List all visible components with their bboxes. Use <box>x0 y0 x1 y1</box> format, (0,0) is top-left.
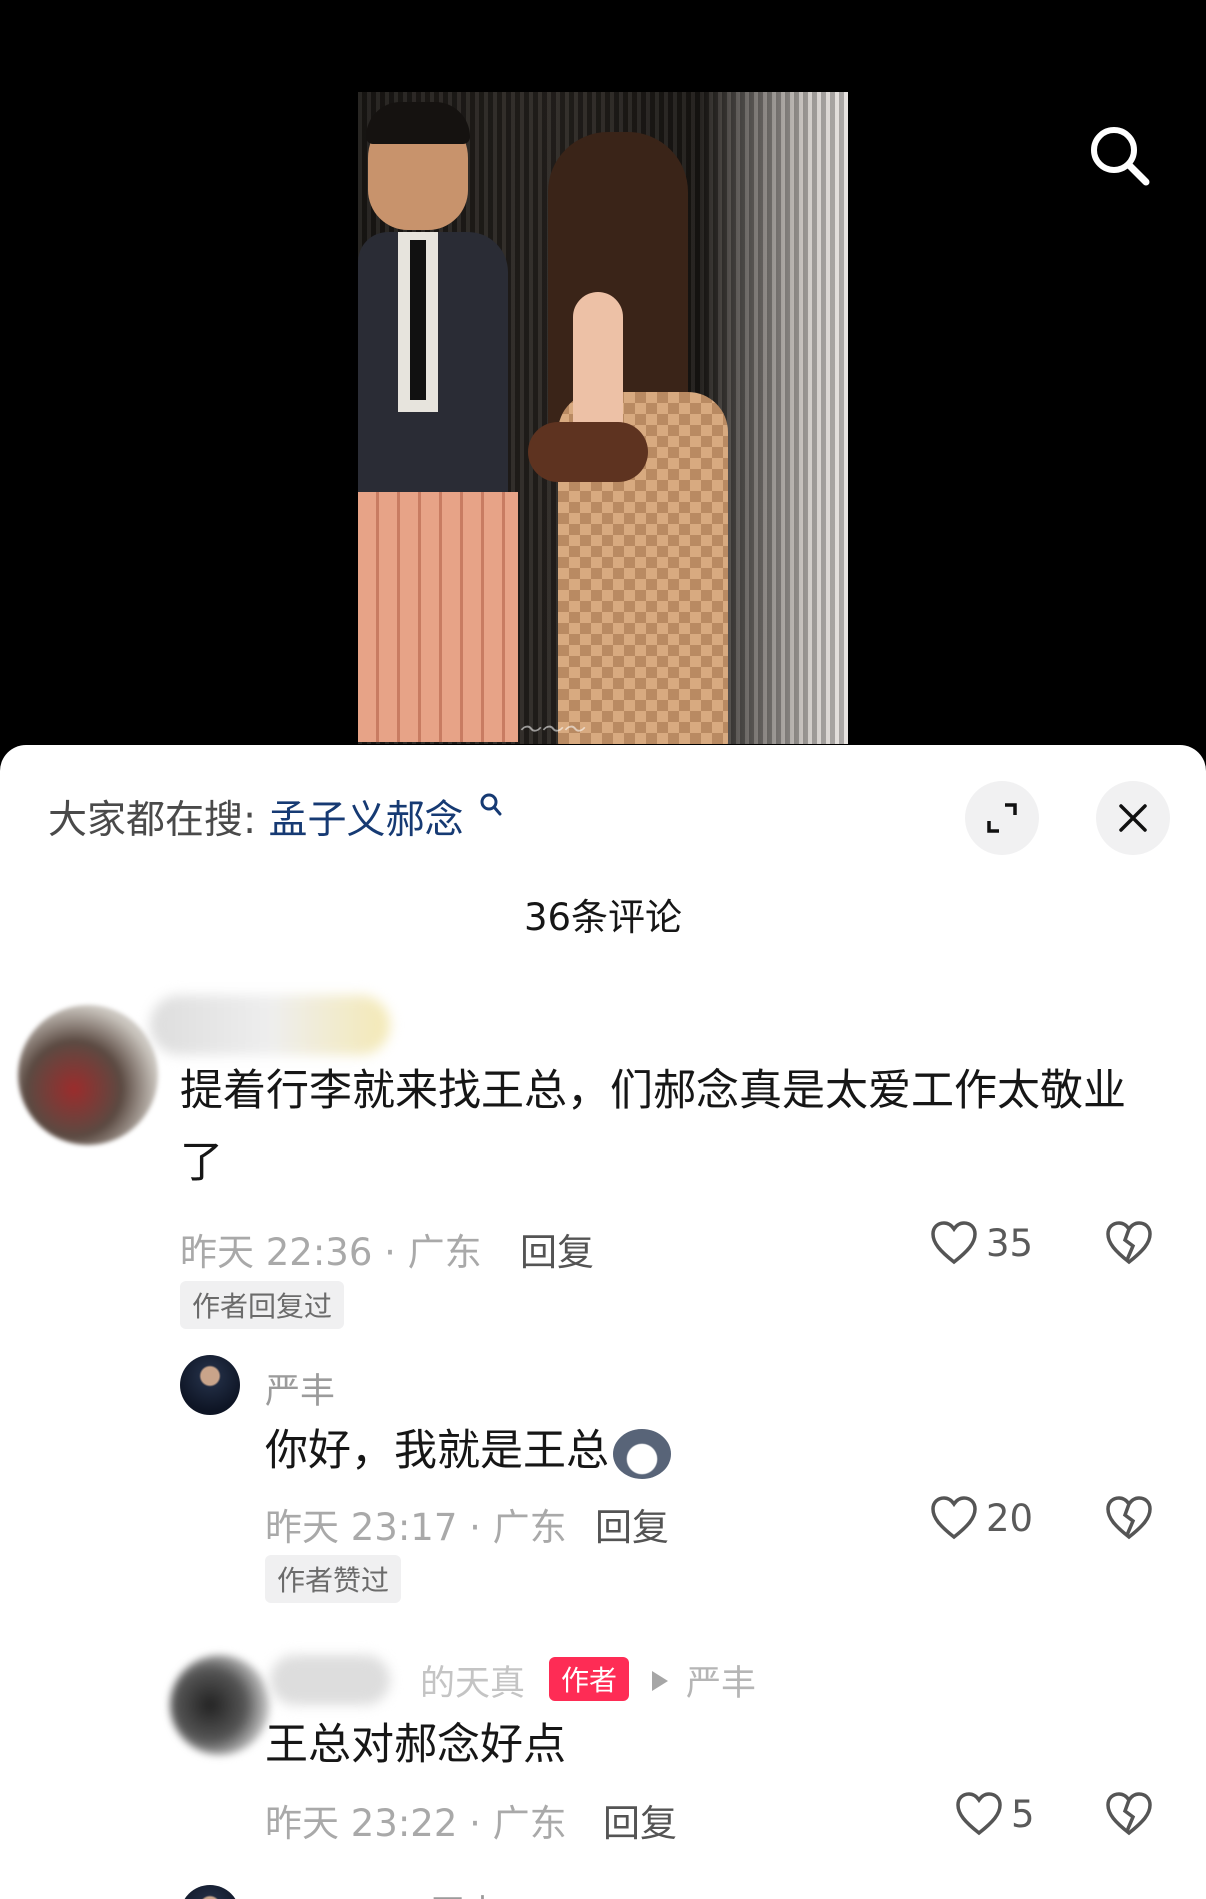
avatar[interactable] <box>180 1355 240 1415</box>
username-blurred <box>270 1655 390 1705</box>
reply-button[interactable]: 回复 <box>603 1793 677 1847</box>
like-button[interactable]: 35 <box>930 1220 1033 1266</box>
comment-meta: 昨天 23:17 · 广东 <box>265 1506 567 1549</box>
like-button[interactable]: 5 <box>955 1791 1035 1837</box>
like-button[interactable]: 20 <box>930 1495 1033 1541</box>
heart-icon <box>956 1792 1002 1836</box>
broken-heart-icon <box>1106 1221 1152 1265</box>
emoji-icon <box>613 1428 671 1479</box>
comment-text: 提着行李就来找王总，们郝念真是太爱工作太敬业 了 <box>180 1055 1170 1199</box>
comment-text-line: 提着行李就来找王总，们郝念真是太爱工作太敬业 <box>180 1066 1126 1116</box>
comment-meta: 昨天 23:22 · 广东 <box>265 1802 567 1845</box>
heart-icon <box>931 1496 977 1540</box>
comment-count: 36条评论 <box>523 896 683 939</box>
video-watermark: ～～～ <box>518 718 585 743</box>
dislike-button[interactable] <box>1105 1220 1153 1270</box>
video-figure-table <box>358 492 518 742</box>
trending-search[interactable]: 大家都在搜: 孟子义郝念 <box>48 789 502 845</box>
trending-keyword[interactable]: 孟子义郝念 <box>269 798 464 843</box>
broken-heart-icon <box>1106 1792 1152 1836</box>
author-replied-tag: 作者回复过 <box>180 1281 345 1329</box>
video-frame[interactable]: ～～～ <box>358 92 848 744</box>
expand-button[interactable] <box>965 781 1039 855</box>
like-count: 35 <box>986 1221 1034 1265</box>
close-icon <box>1119 804 1147 832</box>
comment-meta: 昨天 22:36 · 广东 <box>180 1231 482 1274</box>
reply-to-username[interactable]: 严丰 <box>686 1655 756 1706</box>
comment-item: 提着行李就来找王总，们郝念真是太爱工作太敬业 了 昨天 22:36 · 广东 回… <box>0 975 1206 1405</box>
comment-text-line: 你好，我就是王总 <box>265 1426 609 1476</box>
comment-text: 王总对郝念好点 <box>265 1720 566 1770</box>
close-button[interactable] <box>1096 781 1170 855</box>
video-figure-tie <box>410 240 426 400</box>
reply-button[interactable]: 回复 <box>595 1497 669 1551</box>
comment-text-line: 了 <box>180 1138 223 1188</box>
username[interactable]: 的天真 <box>420 1655 525 1706</box>
comment-text: 你好，我就是王总 <box>265 1415 671 1487</box>
expand-icon <box>987 803 1017 833</box>
like-count: 5 <box>1011 1792 1035 1836</box>
username-blurred[interactable] <box>150 995 390 1055</box>
trending-prefix: 大家都在搜: <box>48 798 257 843</box>
heart-icon <box>931 1221 977 1265</box>
broken-heart-icon <box>1106 1496 1152 1540</box>
reply-item: 的天真 作者 严丰 王总对郝念好点 昨天 23:22 · 广东 回复 5 <box>0 1625 1206 1885</box>
reply-button[interactable]: 回复 <box>520 1222 594 1276</box>
search-small-icon <box>480 793 502 816</box>
video-figure-bag <box>528 422 648 482</box>
reply-item: 严丰 你好，我就是王总 昨天 23:17 · 广东 回复 20 作者赞过 <box>0 1355 1206 1645</box>
username[interactable]: 严丰 <box>430 1885 500 1899</box>
author-liked-tag: 作者赞过 <box>265 1555 402 1603</box>
reply-arrow-icon <box>652 1671 668 1691</box>
avatar[interactable] <box>180 1885 240 1899</box>
reply-item: 严丰 <box>0 1879 1206 1899</box>
dislike-button[interactable] <box>1105 1495 1153 1545</box>
author-badge: 作者 <box>549 1657 630 1701</box>
username[interactable]: 严丰 <box>265 1363 335 1414</box>
dislike-button[interactable] <box>1105 1791 1153 1841</box>
like-count: 20 <box>986 1496 1034 1540</box>
avatar[interactable] <box>18 1005 158 1145</box>
video-player[interactable]: ～～～ <box>0 0 1206 760</box>
video-figure-hair <box>366 102 470 144</box>
avatar[interactable] <box>170 1655 270 1755</box>
comment-sheet: 大家都在搜: 孟子义郝念 36条评论 提着行李就来找王总，们郝念真是太爱工作太敬… <box>0 745 1206 1899</box>
search-icon[interactable] <box>1084 120 1156 192</box>
